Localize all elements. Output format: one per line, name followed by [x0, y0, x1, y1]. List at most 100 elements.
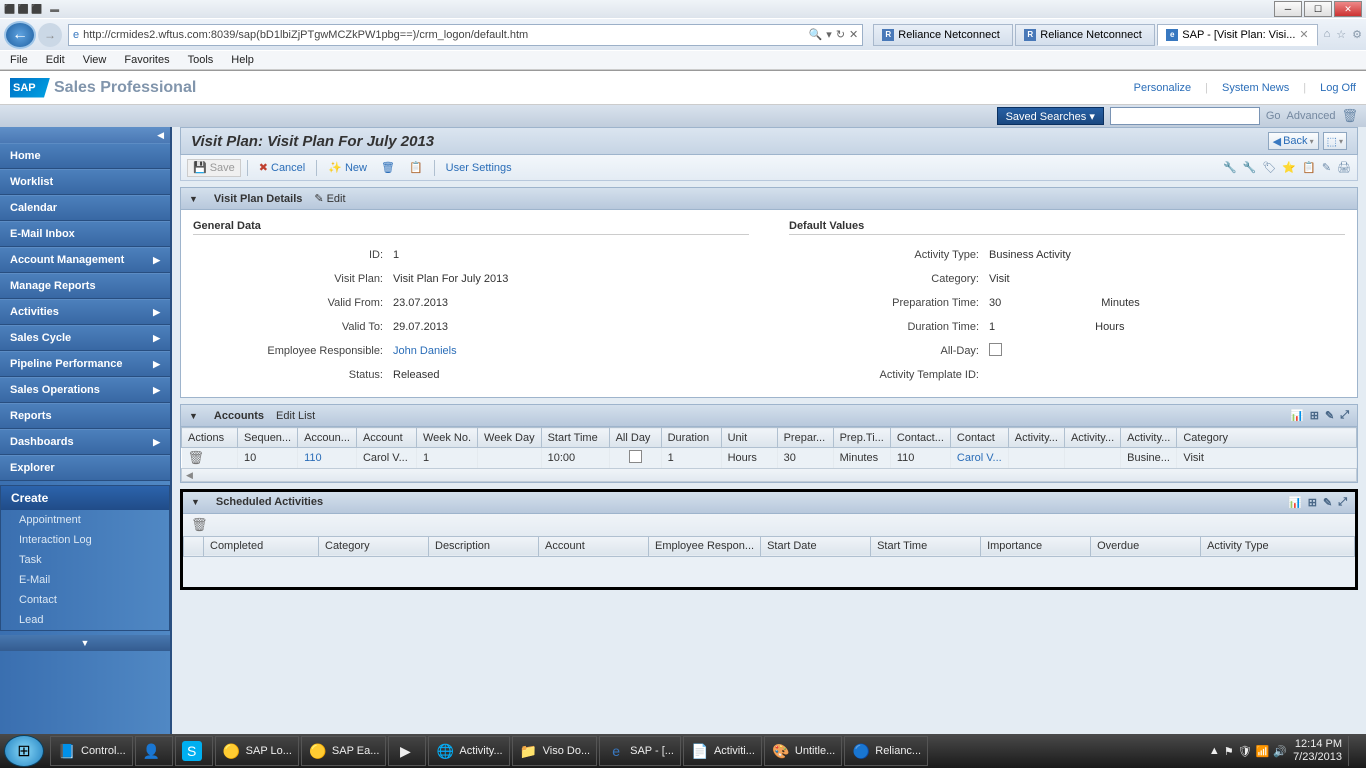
task-item[interactable]: 👤 — [135, 736, 173, 766]
delete-button[interactable]: 🗑 — [376, 159, 400, 177]
sidebar-item-calendar[interactable]: Calendar — [0, 195, 170, 221]
col-prep-unit[interactable]: Prep.Ti... — [833, 428, 890, 448]
sidebar-item-explorer[interactable]: Explorer — [0, 455, 170, 481]
edit-icon[interactable]: ✎ — [1322, 161, 1331, 174]
sidebar-item-email[interactable]: E-Mail Inbox — [0, 221, 170, 247]
stop-icon[interactable]: ✕ — [849, 28, 858, 41]
expand-icon[interactable]: ⤢ — [1340, 409, 1349, 422]
print-icon[interactable]: 🖨 — [1337, 161, 1351, 174]
create-lead[interactable]: Lead — [1, 610, 169, 630]
network-icon[interactable]: 📶 — [1256, 745, 1270, 758]
task-item[interactable]: 🟡SAP Ea... — [301, 736, 387, 766]
user-settings-button[interactable]: User Settings — [441, 159, 517, 177]
col-employee[interactable]: Employee Respon... — [649, 536, 761, 556]
col-sequence[interactable]: Sequen... — [238, 428, 298, 448]
account-id-link[interactable]: 110 — [298, 448, 357, 468]
show-desktop[interactable] — [1348, 736, 1356, 766]
cancel-button[interactable]: ✖Cancel — [254, 159, 310, 177]
task-item[interactable]: 🟡SAP Lo... — [215, 736, 299, 766]
col-start-time[interactable]: Start Time — [541, 428, 609, 448]
col-account[interactable]: Account — [356, 428, 416, 448]
employee-link[interactable]: John Daniels — [393, 345, 457, 357]
copy-button[interactable]: 📋 — [404, 159, 428, 177]
browser-tab[interactable]: RReliance Netconnect — [1015, 24, 1155, 46]
edit-button[interactable]: ✎Edit — [314, 192, 345, 205]
search-input[interactable] — [1110, 107, 1260, 125]
table-icon[interactable]: ⊞ — [1308, 496, 1317, 509]
menu-help[interactable]: Help — [231, 54, 254, 66]
col-activity-type[interactable]: Activity Type — [1201, 536, 1355, 556]
sidebar-item-sales-cycle[interactable]: Sales Cycle▶ — [0, 325, 170, 351]
col-category[interactable]: Category — [319, 536, 429, 556]
edit-list-button[interactable]: Edit List — [276, 410, 315, 422]
col-contact[interactable]: Contact — [950, 428, 1008, 448]
create-appointment[interactable]: Appointment — [1, 510, 169, 530]
personalize-link[interactable]: Personalize — [1134, 82, 1191, 94]
start-button[interactable]: ⊞ — [4, 735, 44, 767]
maximize-button[interactable]: ☐ — [1304, 1, 1332, 17]
sidebar-item-home[interactable]: Home — [0, 143, 170, 169]
edit-icon[interactable]: ✎ — [1323, 496, 1332, 509]
create-task[interactable]: Task — [1, 550, 169, 570]
task-item[interactable]: 📘Control... — [50, 736, 133, 766]
table-icon[interactable]: ⊞ — [1310, 409, 1319, 422]
menu-view[interactable]: View — [83, 54, 107, 66]
sidebar-item-reports[interactable]: Manage Reports — [0, 273, 170, 299]
refresh-icon[interactable]: ↻ — [836, 28, 845, 41]
col-all-day[interactable]: All Day — [609, 428, 661, 448]
sidebar-item-sales-ops[interactable]: Sales Operations▶ — [0, 377, 170, 403]
col-act3[interactable]: Activity... — [1121, 428, 1177, 448]
menu-edit[interactable]: Edit — [46, 54, 65, 66]
create-interaction-log[interactable]: Interaction Log — [1, 530, 169, 550]
close-button[interactable]: ✕ — [1334, 1, 1362, 17]
col-importance[interactable]: Importance — [981, 536, 1091, 556]
tool-icon[interactable]: 🔧 — [1223, 161, 1237, 174]
menu-file[interactable]: File — [10, 54, 28, 66]
sidebar-item-worklist[interactable]: Worklist — [0, 169, 170, 195]
sidebar-expand[interactable]: ▼ — [0, 635, 170, 651]
col-unit[interactable]: Unit — [721, 428, 777, 448]
logoff-link[interactable]: Log Off — [1320, 82, 1356, 94]
task-item[interactable]: 🔵Relianc... — [844, 736, 928, 766]
dropdown-icon[interactable]: ▾ — [826, 28, 832, 41]
trash-icon[interactable]: 🗑 — [191, 517, 208, 533]
col-prep[interactable]: Prepar... — [777, 428, 833, 448]
col-description[interactable]: Description — [429, 536, 539, 556]
saved-searches-button[interactable]: Saved Searches ▾ — [997, 107, 1104, 125]
allday-checkbox[interactable] — [629, 450, 642, 463]
col-start-date[interactable]: Start Date — [761, 536, 871, 556]
volume-icon[interactable]: 🔊 — [1273, 745, 1287, 758]
expand-icon[interactable]: ⤢ — [1338, 496, 1347, 509]
tag-icon[interactable]: 🏷 — [1262, 161, 1276, 174]
create-email[interactable]: E-Mail — [1, 570, 169, 590]
task-item[interactable]: 🌐Activity... — [428, 736, 509, 766]
clock[interactable]: 12:14 PM 7/23/2013 — [1293, 738, 1342, 764]
col-act1[interactable]: Activity... — [1008, 428, 1064, 448]
col-week-no[interactable]: Week No. — [416, 428, 477, 448]
col-overdue[interactable]: Overdue — [1091, 536, 1201, 556]
history-button[interactable]: ⬚▾ — [1323, 132, 1347, 150]
trash-icon[interactable]: 🗑 — [188, 450, 205, 465]
col-account[interactable]: Account — [539, 536, 649, 556]
favorites-icon[interactable]: ☆ — [1336, 28, 1346, 41]
browser-tab[interactable]: RReliance Netconnect — [873, 24, 1013, 46]
menu-tools[interactable]: Tools — [188, 54, 214, 66]
collapse-icon[interactable]: ▼ — [189, 411, 198, 421]
menu-favorites[interactable]: Favorites — [124, 54, 169, 66]
col-category[interactable]: Category — [1177, 428, 1357, 448]
sidebar-item-account[interactable]: Account Management▶ — [0, 247, 170, 273]
minimize-button[interactable]: ─ — [1274, 1, 1302, 17]
home-icon[interactable]: ⌂ — [1324, 28, 1331, 41]
col-contact-id[interactable]: Contact... — [890, 428, 950, 448]
close-tab-icon[interactable]: ✕ — [1299, 28, 1308, 41]
back-button[interactable]: ← — [4, 21, 36, 49]
collapse-icon[interactable]: ▼ — [189, 194, 198, 204]
create-contact[interactable]: Contact — [1, 590, 169, 610]
wrench-icon[interactable]: 🔧 — [1243, 161, 1257, 174]
tray-icon[interactable]: ▲ — [1209, 745, 1220, 758]
gear-icon[interactable]: ⚙ — [1352, 28, 1362, 41]
task-item[interactable]: 📄Activiti... — [683, 736, 762, 766]
search-icon[interactable]: 🔍 — [809, 28, 823, 41]
tray-icon[interactable]: ⚑ — [1224, 745, 1234, 758]
advanced-link[interactable]: Advanced — [1287, 110, 1336, 122]
